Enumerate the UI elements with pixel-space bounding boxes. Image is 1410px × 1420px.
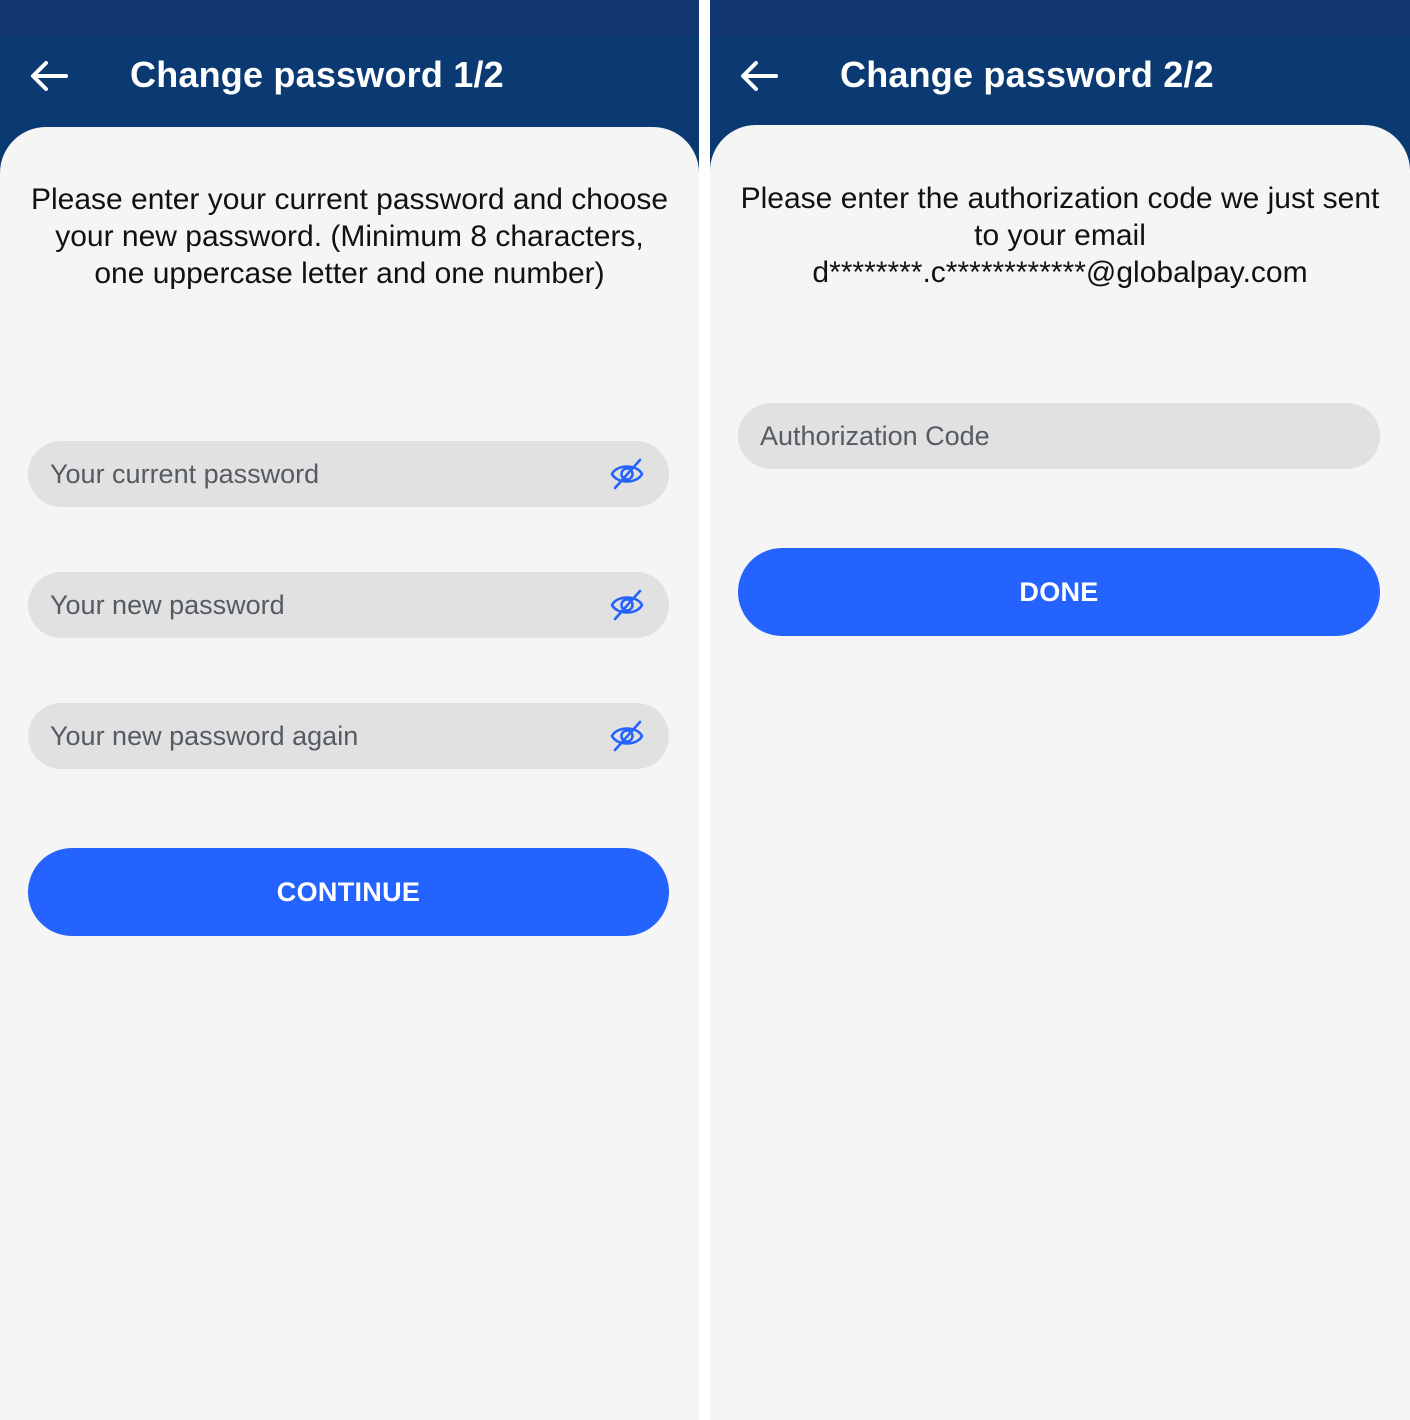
content-card: Please enter the authorization code we j… — [710, 125, 1410, 1420]
app-bar: Change password 2/2 — [710, 36, 1410, 128]
screens-container: Change password 1/2 Please enter your cu… — [0, 0, 1410, 1420]
arrow-left-icon — [741, 61, 778, 91]
authorization-code-input[interactable] — [760, 403, 1358, 469]
eye-slash-icon — [610, 720, 644, 752]
change-password-step-1-screen: Change password 1/2 Please enter your cu… — [0, 0, 699, 1420]
arrow-left-icon — [31, 61, 68, 91]
back-button[interactable] — [736, 56, 782, 96]
eye-slash-icon — [610, 458, 644, 490]
authorization-code-field[interactable] — [738, 403, 1380, 469]
new-password-input[interactable] — [50, 572, 589, 638]
done-button[interactable]: DONE — [738, 548, 1380, 636]
back-button[interactable] — [26, 56, 72, 96]
app-bar: Change password 1/2 — [0, 36, 699, 128]
instructions-text: Please enter the authorization code we j… — [740, 182, 1380, 289]
new-password-field[interactable] — [28, 572, 669, 638]
toggle-new-password-visibility-button[interactable] — [609, 588, 645, 622]
content-card: Please enter your current password and c… — [0, 127, 699, 1420]
page-title: Change password 2/2 — [840, 54, 1214, 95]
current-password-field[interactable] — [28, 441, 669, 507]
continue-button[interactable]: CONTINUE — [28, 848, 669, 936]
toggle-current-password-visibility-button[interactable] — [609, 457, 645, 491]
confirm-new-password-field[interactable] — [28, 703, 669, 769]
confirm-new-password-input[interactable] — [50, 703, 589, 769]
status-bar — [710, 0, 1410, 36]
instructions-text: Please enter your current password and c… — [30, 183, 669, 290]
status-bar — [0, 0, 699, 36]
current-password-input[interactable] — [50, 441, 589, 507]
toggle-confirm-password-visibility-button[interactable] — [609, 719, 645, 753]
page-title: Change password 1/2 — [130, 54, 504, 95]
change-password-step-2-screen: Change password 2/2 Please enter the aut… — [710, 0, 1410, 1420]
eye-slash-icon — [610, 589, 644, 621]
